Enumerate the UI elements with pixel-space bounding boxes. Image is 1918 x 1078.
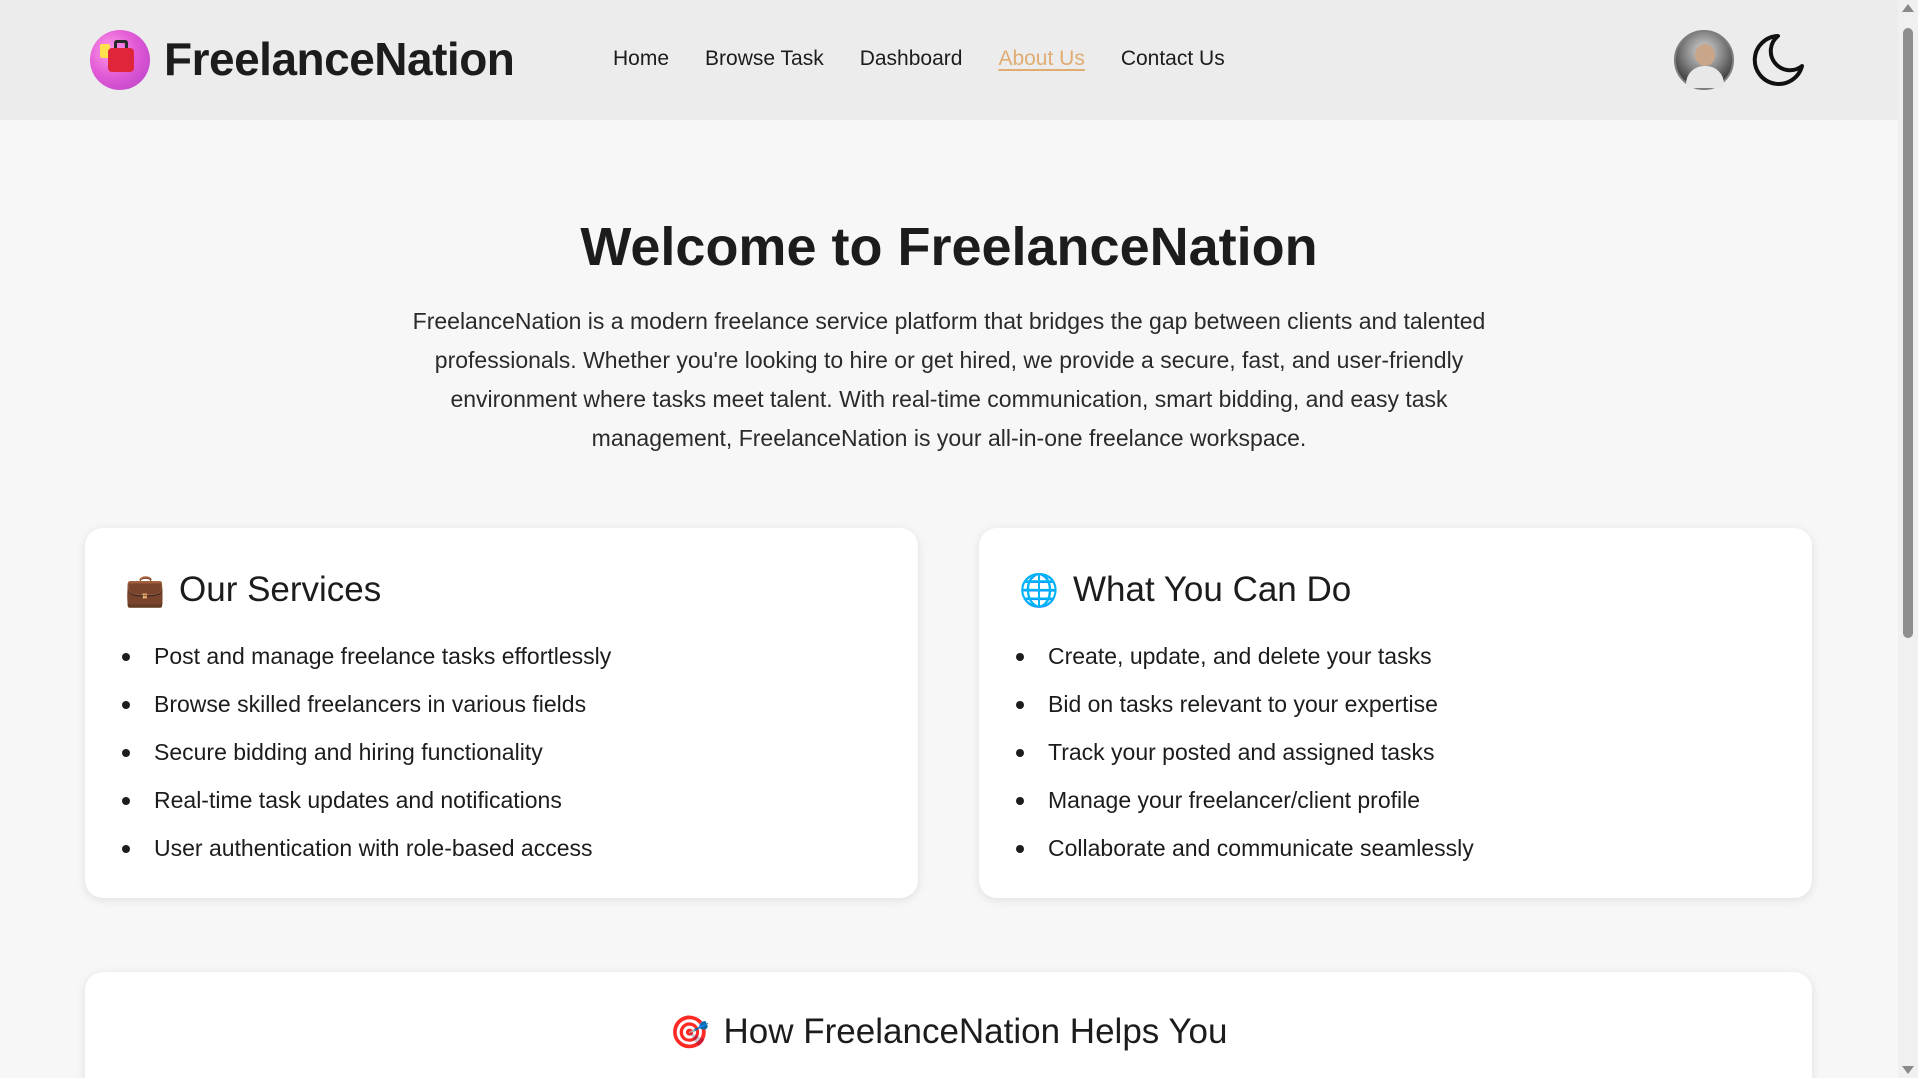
nav-home[interactable]: Home — [613, 47, 669, 71]
scroll-thumb[interactable] — [1903, 28, 1913, 638]
nav-browse-task[interactable]: Browse Task — [705, 47, 824, 71]
scrollbar[interactable] — [1898, 0, 1918, 1078]
services-heading: 💼 Our Services — [125, 570, 381, 610]
list-item: Manage your freelancer/client profile — [1016, 786, 1474, 834]
brand-name[interactable]: FreelanceNation — [164, 32, 515, 86]
scroll-down-icon[interactable] — [1902, 1066, 1914, 1074]
scroll-up-icon[interactable] — [1902, 4, 1914, 12]
what-you-can-do-list: Create, update, and delete your tasks Bi… — [1016, 642, 1474, 882]
services-list: Post and manage freelance tasks effortle… — [121, 642, 611, 882]
moon-icon[interactable] — [1748, 32, 1806, 88]
page-title: Welcome to FreelanceNation — [580, 217, 1318, 277]
services-title: Our Services — [179, 570, 382, 609]
briefcase-icon: 💼 — [125, 572, 165, 608]
target-icon: 🎯 — [669, 1014, 710, 1050]
what-you-can-do-heading: 🌐 What You Can Do — [1019, 570, 1351, 610]
list-item: Post and manage freelance tasks effortle… — [121, 642, 611, 690]
what-you-can-do-card: 🌐 What You Can Do Create, update, and de… — [979, 528, 1812, 898]
list-item: Bid on tasks relevant to your expertise — [1016, 690, 1474, 738]
logo-icon[interactable] — [90, 30, 150, 90]
list-item: Real-time task updates and notifications — [121, 786, 611, 834]
helps-card: 🎯 How FreelanceNation Helps You — [85, 972, 1812, 1078]
list-item: Collaborate and communicate seamlessly — [1016, 834, 1474, 882]
list-item: Track your posted and assigned tasks — [1016, 738, 1474, 786]
nav-about-us[interactable]: About Us — [998, 47, 1084, 71]
services-card: 💼 Our Services Post and manage freelance… — [85, 528, 918, 898]
main-nav: Home Browse Task Dashboard About Us Cont… — [613, 47, 1225, 71]
page: FreelanceNation Home Browse Task Dashboa… — [0, 0, 1898, 1078]
nav-dashboard[interactable]: Dashboard — [860, 47, 963, 71]
helps-heading: 🎯 How FreelanceNation Helps You — [85, 1012, 1812, 1052]
nav-contact-us[interactable]: Contact Us — [1121, 47, 1225, 71]
list-item: Browse skilled freelancers in various fi… — [121, 690, 611, 738]
list-item: User authentication with role-based acce… — [121, 834, 611, 882]
what-you-can-do-title: What You Can Do — [1073, 570, 1352, 609]
globe-icon: 🌐 — [1019, 572, 1059, 608]
helps-title: How FreelanceNation Helps You — [723, 1012, 1228, 1051]
list-item: Secure bidding and hiring functionality — [121, 738, 611, 786]
list-item: Create, update, and delete your tasks — [1016, 642, 1474, 690]
site-header: FreelanceNation Home Browse Task Dashboa… — [0, 0, 1898, 120]
avatar[interactable] — [1674, 30, 1734, 90]
intro-paragraph: FreelanceNation is a modern freelance se… — [412, 308, 1486, 451]
